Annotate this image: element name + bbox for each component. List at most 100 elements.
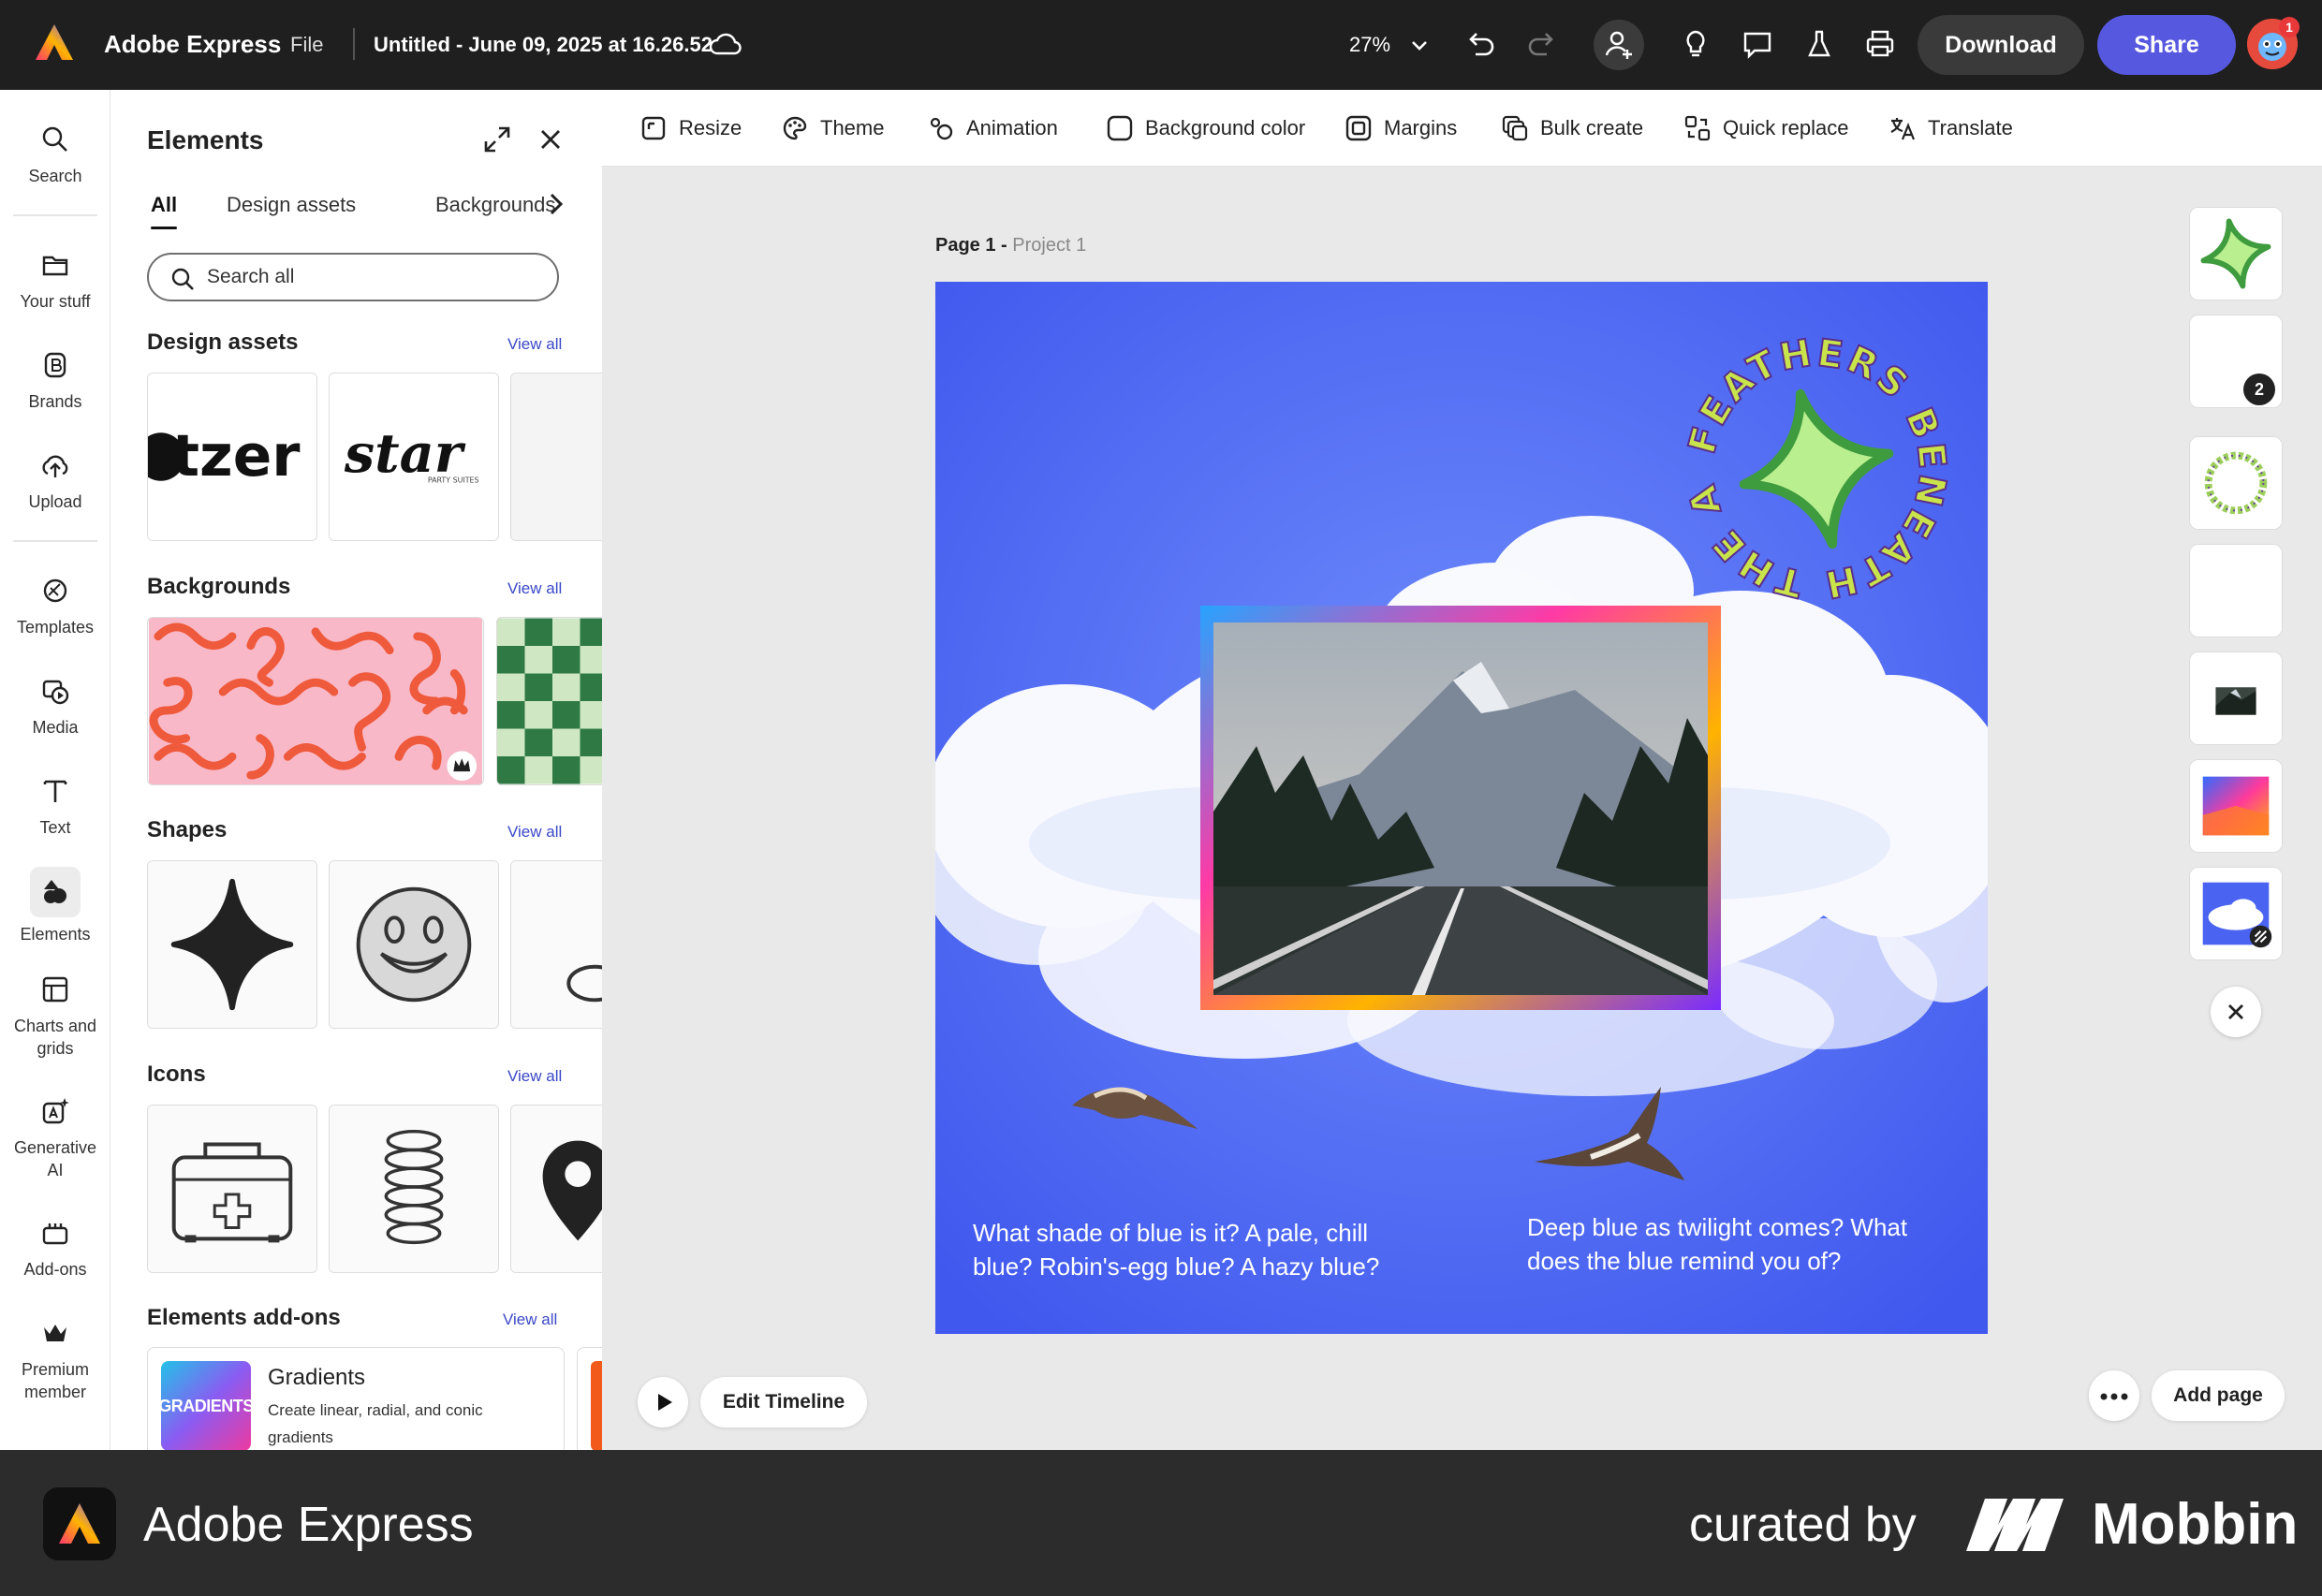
expand-icon[interactable] <box>481 124 513 155</box>
rail-item-premium-member[interactable]: Premium member <box>0 1317 110 1403</box>
layer-thumb-background[interactable] <box>2189 867 2283 960</box>
mobbin-brand: Mobbin <box>2092 1492 2299 1557</box>
layer-thumb-blank[interactable] <box>2189 544 2283 637</box>
upload-cloud-icon <box>42 455 68 477</box>
view-all-add-ons[interactable]: View all <box>503 1310 557 1329</box>
caption-line: blue? Robin's-egg blue? A hazy blue? <box>973 1252 1380 1281</box>
icon-tile-location-gear[interactable] <box>510 1105 602 1273</box>
flask-icon[interactable] <box>1801 26 1837 62</box>
design-asset-tile[interactable] <box>510 373 602 541</box>
tab-backgrounds[interactable]: Backgrounds <box>435 193 555 217</box>
close-icon[interactable] <box>536 125 565 154</box>
add-on-card-gradients[interactable]: GRADIENTS Gradients Create linear, radia… <box>147 1347 565 1450</box>
play-button[interactable] <box>638 1377 688 1428</box>
document-title[interactable]: Untitled - June 09, 2025 at 16.26.52 <box>374 33 713 57</box>
background-tile-checker[interactable] <box>496 617 602 785</box>
shape-tile-star[interactable] <box>147 860 317 1029</box>
play-icon <box>658 1394 672 1411</box>
search-input[interactable] <box>207 262 544 292</box>
undo-icon[interactable] <box>1462 26 1498 62</box>
zoom-level[interactable]: 27% <box>1349 33 1390 57</box>
animation-button[interactable]: Animation <box>927 112 1058 144</box>
curated-by-text: curated by <box>1689 1498 1917 1552</box>
view-all-design-assets[interactable]: View all <box>507 335 562 354</box>
add-page-button[interactable]: Add page <box>2152 1370 2285 1421</box>
background-color-button[interactable]: Background color <box>1106 112 1305 144</box>
theme-button[interactable]: Theme <box>781 112 884 144</box>
checker-pattern <box>497 618 602 784</box>
design-page[interactable]: FEATHERS BENEATH THE AZURE What shade of… <box>935 282 1988 1334</box>
icon-tile-spring[interactable] <box>329 1105 499 1273</box>
rail-item-upload[interactable]: Upload <box>0 449 110 513</box>
rail-item-add-ons[interactable]: Add-ons <box>0 1217 110 1281</box>
caption-line: Deep blue as twilight comes? What <box>1527 1213 1908 1241</box>
resize-button[interactable]: Resize <box>639 112 742 144</box>
lightbulb-icon[interactable] <box>1678 26 1713 62</box>
search-box[interactable] <box>147 253 559 301</box>
first-aid-bag-icon <box>148 1105 316 1272</box>
file-menu[interactable]: File <box>290 33 323 57</box>
bulk-create-button[interactable]: Bulk create <box>1501 112 1643 144</box>
more-options-button[interactable] <box>2089 1370 2139 1421</box>
icon-tile-first-aid-bag[interactable] <box>147 1105 317 1273</box>
adobe-express-logo-icon[interactable] <box>34 22 75 64</box>
rail-label: Charts and <box>13 1017 97 1035</box>
rail-item-brands[interactable]: Brands <box>0 349 110 413</box>
project-name: Project 1 <box>1012 235 1087 256</box>
design-asset-tile[interactable]: star PARTY SUITES <box>329 373 499 541</box>
design-toolbar: Resize Theme Animation Background color … <box>602 90 2322 167</box>
caption-line: What shade of blue is it? A pale, chill <box>973 1219 1369 1247</box>
rail-label: grids <box>37 1039 74 1058</box>
share-button[interactable]: Share <box>2097 15 2236 75</box>
rail-label: Upload <box>28 492 82 511</box>
quick-replace-button[interactable]: Quick replace <box>1683 112 1849 144</box>
gradient-frame-layer-icon <box>2190 760 2282 852</box>
framed-photo[interactable] <box>1200 606 1721 1010</box>
shape-tile[interactable] <box>510 860 602 1029</box>
redo-icon[interactable] <box>1524 26 1560 62</box>
edit-timeline-button[interactable]: Edit Timeline <box>700 1377 867 1428</box>
squiggle-pattern <box>149 618 482 784</box>
download-button[interactable]: Download <box>1918 15 2084 75</box>
layer-thumb-frame[interactable] <box>2189 759 2283 853</box>
tab-design-assets[interactable]: Design assets <box>227 193 356 217</box>
rail-item-search[interactable]: Search <box>0 124 110 187</box>
rail-item-text[interactable]: Text <box>0 775 110 839</box>
view-all-icons[interactable]: View all <box>507 1067 562 1086</box>
rail-item-your-stuff[interactable]: Your stuff <box>0 249 110 313</box>
section-title-backgrounds: Backgrounds <box>147 574 291 599</box>
close-layers-button[interactable] <box>2211 987 2261 1037</box>
rail-item-generative-ai[interactable]: Generative AI <box>0 1095 110 1181</box>
rail-label: Add-ons <box>23 1260 87 1279</box>
tab-all[interactable]: All <box>151 193 178 229</box>
translate-button[interactable]: Translate <box>1888 112 2013 144</box>
generative-ai-icon <box>42 1098 69 1124</box>
comment-icon[interactable] <box>1740 26 1775 62</box>
layer-thumb-photo[interactable] <box>2189 652 2283 745</box>
margins-button[interactable]: Margins <box>1345 112 1457 144</box>
chevron-right-icon[interactable] <box>543 191 569 217</box>
cloud-sync-icon[interactable] <box>709 30 742 58</box>
translate-icon <box>1890 118 1916 140</box>
add-on-card[interactable] <box>577 1347 602 1450</box>
design-asset-tile[interactable]: tzer <box>147 373 317 541</box>
design-asset-graphic <box>511 373 602 540</box>
chevron-down-icon[interactable] <box>1409 36 1430 54</box>
rail-item-elements[interactable]: Elements <box>0 867 110 945</box>
shape-tile-smiley[interactable] <box>329 860 499 1029</box>
view-all-shapes[interactable]: View all <box>507 823 562 842</box>
rail-item-charts-and-grids[interactable]: Charts and grids <box>0 974 110 1060</box>
print-icon[interactable] <box>1862 26 1898 62</box>
rail-item-media[interactable]: Media <box>0 675 110 739</box>
background-tile-squiggles[interactable] <box>147 617 484 785</box>
layer-thumb-star[interactable] <box>2189 207 2283 300</box>
caption-left[interactable]: What shade of blue is it? A pale, chill … <box>973 1216 1422 1283</box>
quick-replace-icon <box>1684 115 1711 141</box>
view-all-backgrounds[interactable]: View all <box>507 579 562 598</box>
toolbar-label: Background color <box>1145 116 1306 139</box>
page-label[interactable]: Page 1 - Project 1 <box>935 235 1086 256</box>
caption-right[interactable]: Deep blue as twilight comes? What does t… <box>1527 1210 1967 1278</box>
rail-item-templates[interactable]: Templates <box>0 575 110 638</box>
invite-button[interactable] <box>1594 20 1644 70</box>
layer-thumb-circle-text[interactable] <box>2189 436 2283 530</box>
